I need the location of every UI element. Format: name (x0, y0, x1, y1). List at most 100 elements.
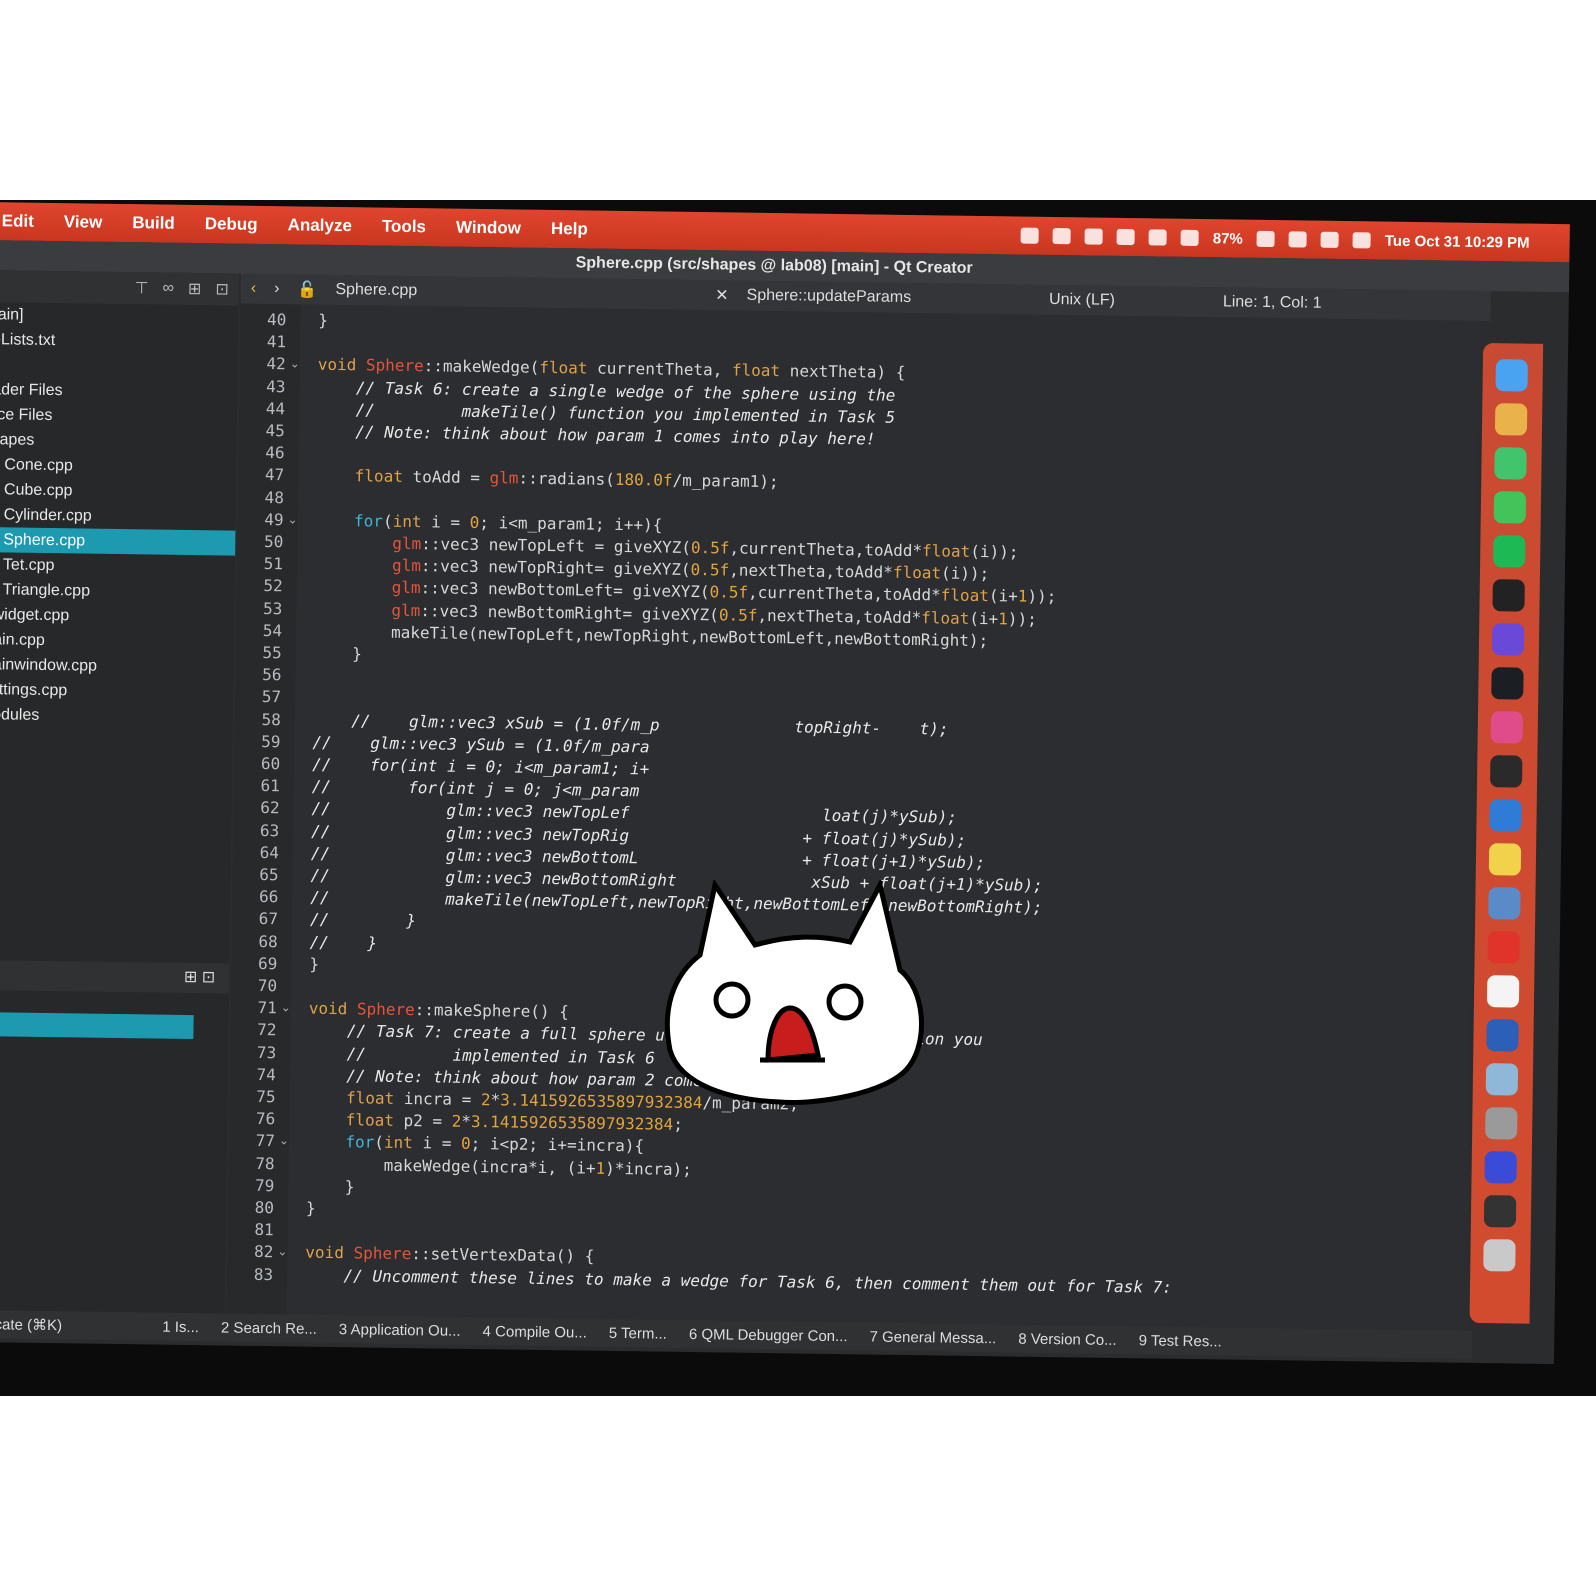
textedit-icon[interactable] (1486, 975, 1520, 1008)
musescore-icon[interactable] (1484, 1151, 1517, 1184)
code-line[interactable]: void Sphere::setVertexData() { (305, 1243, 594, 1266)
code-line[interactable]: } (306, 1176, 355, 1196)
fold-chevron-icon[interactable]: ⌄ (281, 1000, 291, 1014)
tree-item[interactable]: Sphere.cpp (0, 526, 236, 556)
clock[interactable]: Tue Oct 31 10:29 PM (1385, 232, 1530, 251)
output-pane-button[interactable]: 9 Test Res... (1139, 1332, 1222, 1350)
code-line[interactable]: // implemented in Task 6 (308, 1043, 655, 1067)
close-icon[interactable]: ✕ (715, 285, 729, 305)
code-line[interactable]: } (309, 954, 319, 973)
menu-debug[interactable]: Debug (205, 214, 258, 235)
tree-item[interactable]: eader Files (0, 377, 238, 406)
tree-item[interactable]: glwidget.cpp (0, 602, 234, 631)
spotify-icon[interactable] (1493, 535, 1526, 568)
tree-item[interactable]: Modules (0, 702, 233, 731)
code-line[interactable]: float toAdd = glm::radians(180.0f/m_para… (316, 466, 779, 492)
tree-item[interactable]: Settings.cpp (0, 677, 233, 706)
bluetooth-icon[interactable] (1180, 229, 1199, 247)
fold-chevron-icon[interactable]: ⌄ (288, 512, 298, 526)
tex-icon[interactable] (1485, 1107, 1518, 1140)
link-icon[interactable]: ∞ (162, 280, 174, 298)
code-line[interactable]: float p2 = 2*3.1415926535897932384; (307, 1110, 683, 1134)
acrobat-icon[interactable] (1487, 931, 1520, 964)
back-icon[interactable]: ‹ (251, 280, 257, 298)
output-pane-button[interactable]: 3 Application Ou... (339, 1321, 461, 1340)
finder-icon[interactable] (1495, 359, 1528, 392)
output-pane-button[interactable]: 1 Is... (162, 1318, 199, 1336)
chrome-icon[interactable] (1494, 403, 1528, 436)
cursor-position[interactable]: Line: 1, Col: 1 (1223, 293, 1322, 312)
code-line[interactable]: // for(int j = 0; j<m_param (312, 777, 640, 801)
code-line[interactable]: // for(int i = 0; i<m_param1; i+ (312, 755, 649, 779)
github-icon[interactable] (1491, 667, 1524, 700)
code-line[interactable]: for(int i = 0; i<p2; i+=incra){ (307, 1132, 644, 1156)
messages-icon[interactable] (1493, 491, 1527, 524)
tree-item[interactable]: Cone.cpp (0, 452, 236, 481)
filter-icon[interactable]: ⊤ (135, 278, 149, 298)
menu-build[interactable]: Build (132, 213, 175, 234)
menu-help[interactable]: Help (551, 219, 588, 240)
forward-icon[interactable]: › (274, 280, 280, 298)
flag-icon[interactable] (1052, 227, 1071, 245)
tree-item[interactable]: mainwindow.cpp (0, 652, 234, 681)
vscode-icon[interactable] (1489, 799, 1522, 832)
code-editor[interactable]: 40 41 42 ⌄ 43 44 45 46 47 48 49 ⌄ 50 51 52 53 54 55 56 57 58… (226, 303, 1481, 1331)
menu-analyze[interactable]: Analyze (288, 215, 353, 236)
code-line[interactable]: // Note: think about how param 1 comes i… (317, 422, 875, 448)
colors-icon[interactable] (1490, 711, 1524, 744)
code-line[interactable]: // } (310, 932, 378, 952)
app2-icon[interactable] (1485, 1063, 1519, 1096)
tree-item[interactable]: urce Files (0, 402, 237, 431)
screen-icon[interactable] (1483, 1195, 1517, 1228)
code-line[interactable]: for(int i = 0; i<m_param1; i++){ (315, 511, 663, 534)
fold-chevron-icon[interactable]: ⌄ (277, 1245, 287, 1259)
trash-icon[interactable] (1483, 1239, 1516, 1272)
fold-chevron-icon[interactable]: ⌄ (290, 357, 300, 371)
tree-item[interactable]: 3 (0, 352, 238, 381)
lock-icon[interactable]: 🔓 (297, 279, 317, 299)
output-pane-button[interactable]: 7 General Messa... (869, 1328, 996, 1347)
wifi-icon[interactable] (1288, 231, 1307, 248)
file-tab[interactable]: Sphere.cpp (335, 281, 417, 300)
search-icon[interactable] (1320, 231, 1339, 248)
output-pane-button[interactable]: 6 QML Debugger Con... (689, 1326, 848, 1345)
tree-item[interactable]: Tet.cpp (0, 552, 235, 581)
tree-item[interactable]: main] (0, 302, 239, 331)
output-pane-button[interactable]: 2 Search Re... (221, 1319, 317, 1337)
control-center-icon[interactable] (1352, 232, 1371, 249)
word-icon[interactable] (1486, 1019, 1519, 1052)
code-line[interactable]: makeWedge(incra*i, (i+1)*incra); (306, 1154, 693, 1178)
terminal-icon[interactable] (1492, 579, 1525, 612)
selected-document[interactable] (0, 1011, 194, 1040)
tree-item[interactable]: Cylinder.cpp (0, 502, 236, 531)
preview-icon[interactable] (1488, 887, 1521, 920)
output-pane-button[interactable]: 4 Compile Ou... (482, 1323, 586, 1341)
line-ending[interactable]: Unix (LF) (1049, 291, 1115, 310)
tree-item[interactable]: Triangle.cpp (0, 577, 235, 606)
code-line[interactable]: } (314, 644, 362, 663)
tree-item[interactable]: main.cpp (0, 627, 234, 656)
menu-view[interactable]: View (64, 212, 103, 233)
output-pane-button[interactable]: 8 Version Co... (1018, 1330, 1117, 1348)
menu-edit[interactable]: Edit (2, 211, 34, 231)
code-line[interactable]: // glm::vec3 ySub = (1.0f/m_para (312, 732, 649, 756)
app-icon[interactable] (1491, 623, 1525, 656)
code-line[interactable]: // Uncomment these lines to make a wedge… (305, 1265, 1172, 1297)
battery-icon[interactable] (1256, 230, 1275, 248)
display-icon[interactable] (1116, 228, 1135, 246)
pane-controls-icon[interactable]: ⊞ ⊡ (184, 963, 216, 993)
mute-icon[interactable] (1084, 228, 1103, 245)
menu-tools[interactable]: Tools (382, 217, 426, 238)
code-line[interactable]: // } (310, 910, 416, 930)
tree-item[interactable]: Cube.cpp (0, 477, 236, 506)
qt-creator-icon[interactable] (1494, 447, 1527, 480)
symbol-selector[interactable]: Sphere::updateParams (746, 287, 911, 307)
code-line[interactable]: } (306, 1199, 316, 1218)
code-line[interactable]: } (318, 311, 328, 330)
status-icon[interactable] (1020, 227, 1039, 244)
camera-icon[interactable] (1148, 229, 1167, 246)
menu-window[interactable]: Window (456, 218, 521, 239)
close-pane-icon[interactable]: ⊡ (215, 279, 229, 299)
tree-item[interactable]: shapes (0, 427, 237, 456)
code-line[interactable]: void Sphere::makeSphere() { (309, 999, 569, 1022)
